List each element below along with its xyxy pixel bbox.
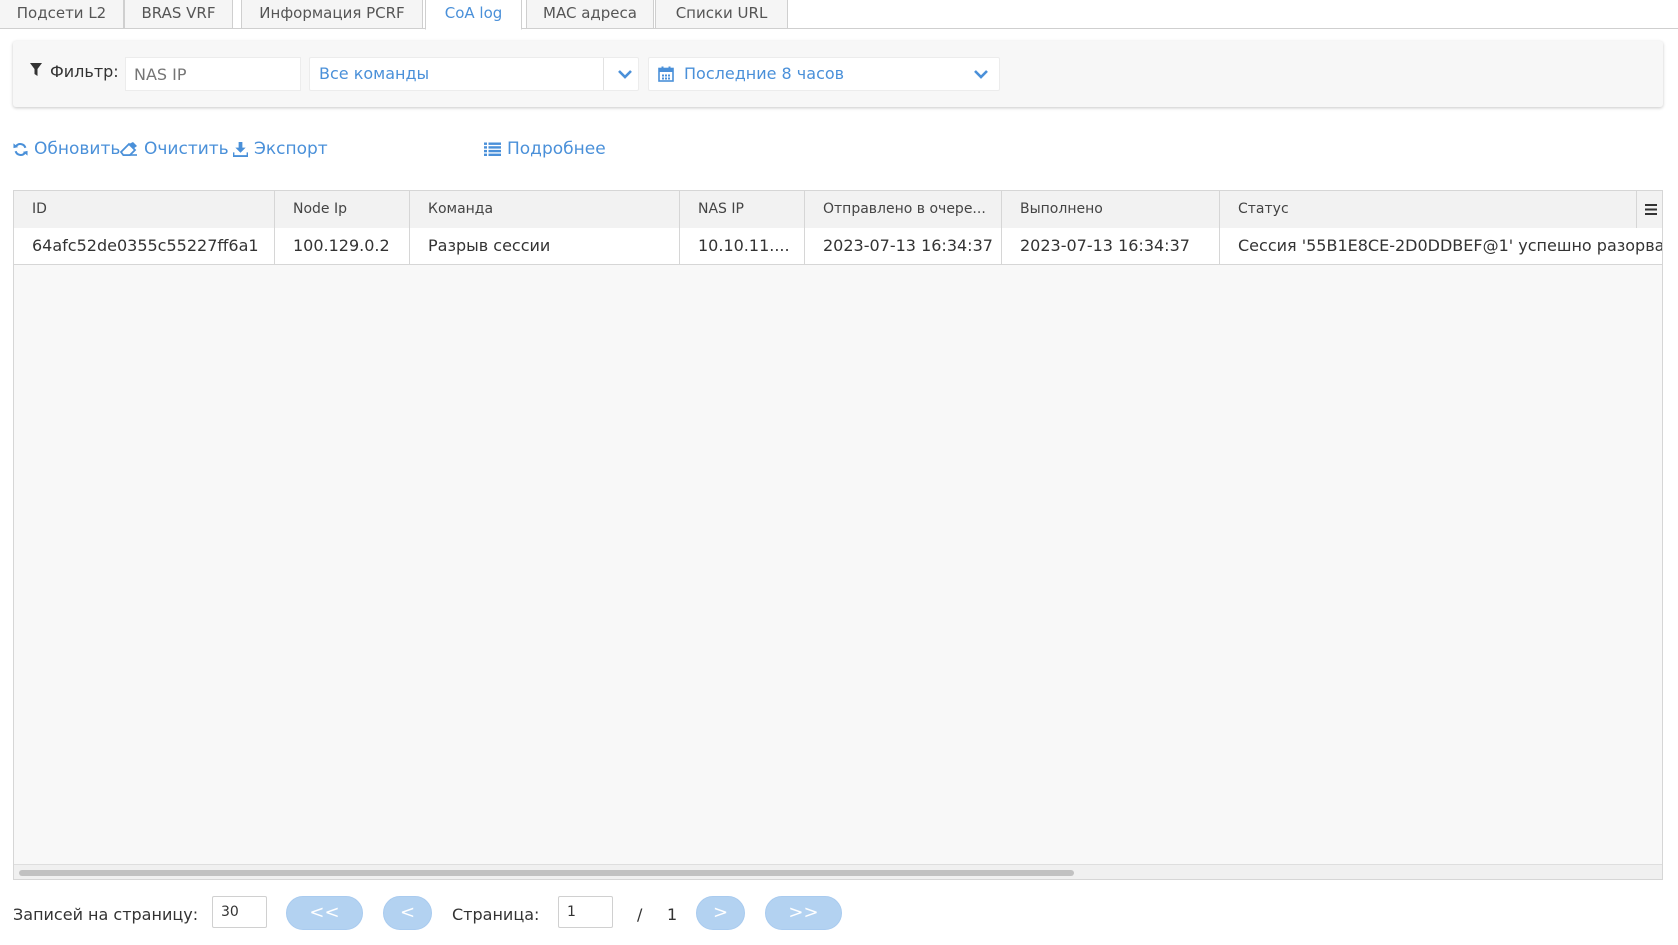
tab-url-lists[interactable]: Списки URL	[655, 0, 788, 29]
download-icon	[233, 141, 248, 157]
command-select-value: Все команды	[319, 64, 430, 83]
list-icon	[484, 142, 501, 156]
eraser-icon	[120, 142, 137, 156]
filter-label: Фильтр:	[50, 62, 119, 81]
column-header-node-ip[interactable]: Node Ip	[275, 191, 410, 228]
table-header: ID Node Ip Команда NAS IP Отправлено в о…	[14, 191, 1662, 229]
tab-pcrf-info[interactable]: Информация PCRF	[241, 0, 423, 29]
hamburger-menu-icon	[1645, 204, 1657, 215]
page-label: Страница:	[452, 905, 540, 924]
tab-mac-addresses[interactable]: MAC адреса	[526, 0, 654, 29]
cell-id: 64afc52de0355c55227ff6a1	[14, 228, 275, 264]
details-label: Подробнее	[507, 139, 606, 159]
command-select[interactable]: Все команды	[309, 57, 639, 91]
tab-l2-subnets[interactable]: Подсети L2	[0, 0, 124, 29]
chevron-down-icon[interactable]	[973, 68, 989, 80]
total-pages: 1	[667, 905, 678, 924]
first-page-button[interactable]: <<	[286, 896, 363, 930]
table-row[interactable]: 64afc52de0355c55227ff6a1 100.129.0.2 Раз…	[14, 228, 1663, 265]
period-select-value: Последние 8 часов	[684, 64, 845, 83]
cell-command: Разрыв сессии	[410, 228, 680, 264]
column-header-id[interactable]: ID	[14, 191, 275, 228]
prev-page-button[interactable]: <	[383, 896, 432, 930]
last-page-button[interactable]: >>	[765, 896, 842, 930]
horizontal-scrollbar[interactable]	[14, 864, 1662, 879]
clear-label: Очистить	[144, 139, 229, 159]
column-header-status[interactable]: Статус	[1220, 191, 1636, 228]
refresh-label: Обновить	[34, 139, 121, 159]
refresh-icon	[13, 142, 28, 156]
cell-executed: 2023-07-13 16:34:37	[1002, 228, 1220, 264]
page-separator: /	[637, 905, 643, 924]
column-header-command[interactable]: Команда	[410, 191, 680, 228]
page-number-input[interactable]	[558, 896, 613, 928]
next-page-button[interactable]: >	[696, 896, 745, 930]
column-header-nas-ip[interactable]: NAS IP	[680, 191, 805, 228]
chevron-down-icon[interactable]	[617, 68, 633, 80]
column-menu-button[interactable]	[1636, 191, 1662, 228]
export-label: Экспорт	[254, 139, 328, 159]
tab-bar: Подсети L2 BRAS VRF Информация PCRF CoA …	[0, 0, 1678, 30]
cell-status: Сессия '55B1E8CE-2D0DDBEF@1' успешно раз…	[1238, 236, 1663, 255]
export-button[interactable]: Экспорт	[233, 138, 328, 160]
scrollbar-thumb[interactable]	[19, 870, 1074, 876]
records-per-page-input[interactable]	[212, 896, 267, 928]
command-select-divider	[603, 58, 604, 90]
column-header-executed[interactable]: Выполнено	[1002, 191, 1220, 228]
nas-ip-input[interactable]	[125, 57, 301, 91]
cell-queued: 2023-07-13 16:34:37	[805, 228, 1002, 264]
period-select[interactable]: Последние 8 часов	[648, 57, 1000, 91]
records-per-page-label: Записей на страницу:	[13, 905, 199, 924]
cell-nas-ip: 10.10.11....	[680, 228, 805, 264]
tab-coa-log[interactable]: CoA log	[425, 0, 522, 30]
clear-button[interactable]: Очистить	[120, 138, 229, 160]
details-button[interactable]: Подробнее	[484, 138, 606, 160]
coa-log-table: ID Node Ip Команда NAS IP Отправлено в о…	[13, 190, 1663, 880]
refresh-button[interactable]: Обновить	[13, 138, 120, 160]
tab-bras-vrf[interactable]: BRAS VRF	[124, 0, 233, 29]
filter-icon	[30, 63, 42, 76]
cell-node-ip: 100.129.0.2	[275, 228, 410, 264]
calendar-icon	[658, 66, 674, 82]
column-header-queued[interactable]: Отправлено в очере...	[805, 191, 1002, 228]
